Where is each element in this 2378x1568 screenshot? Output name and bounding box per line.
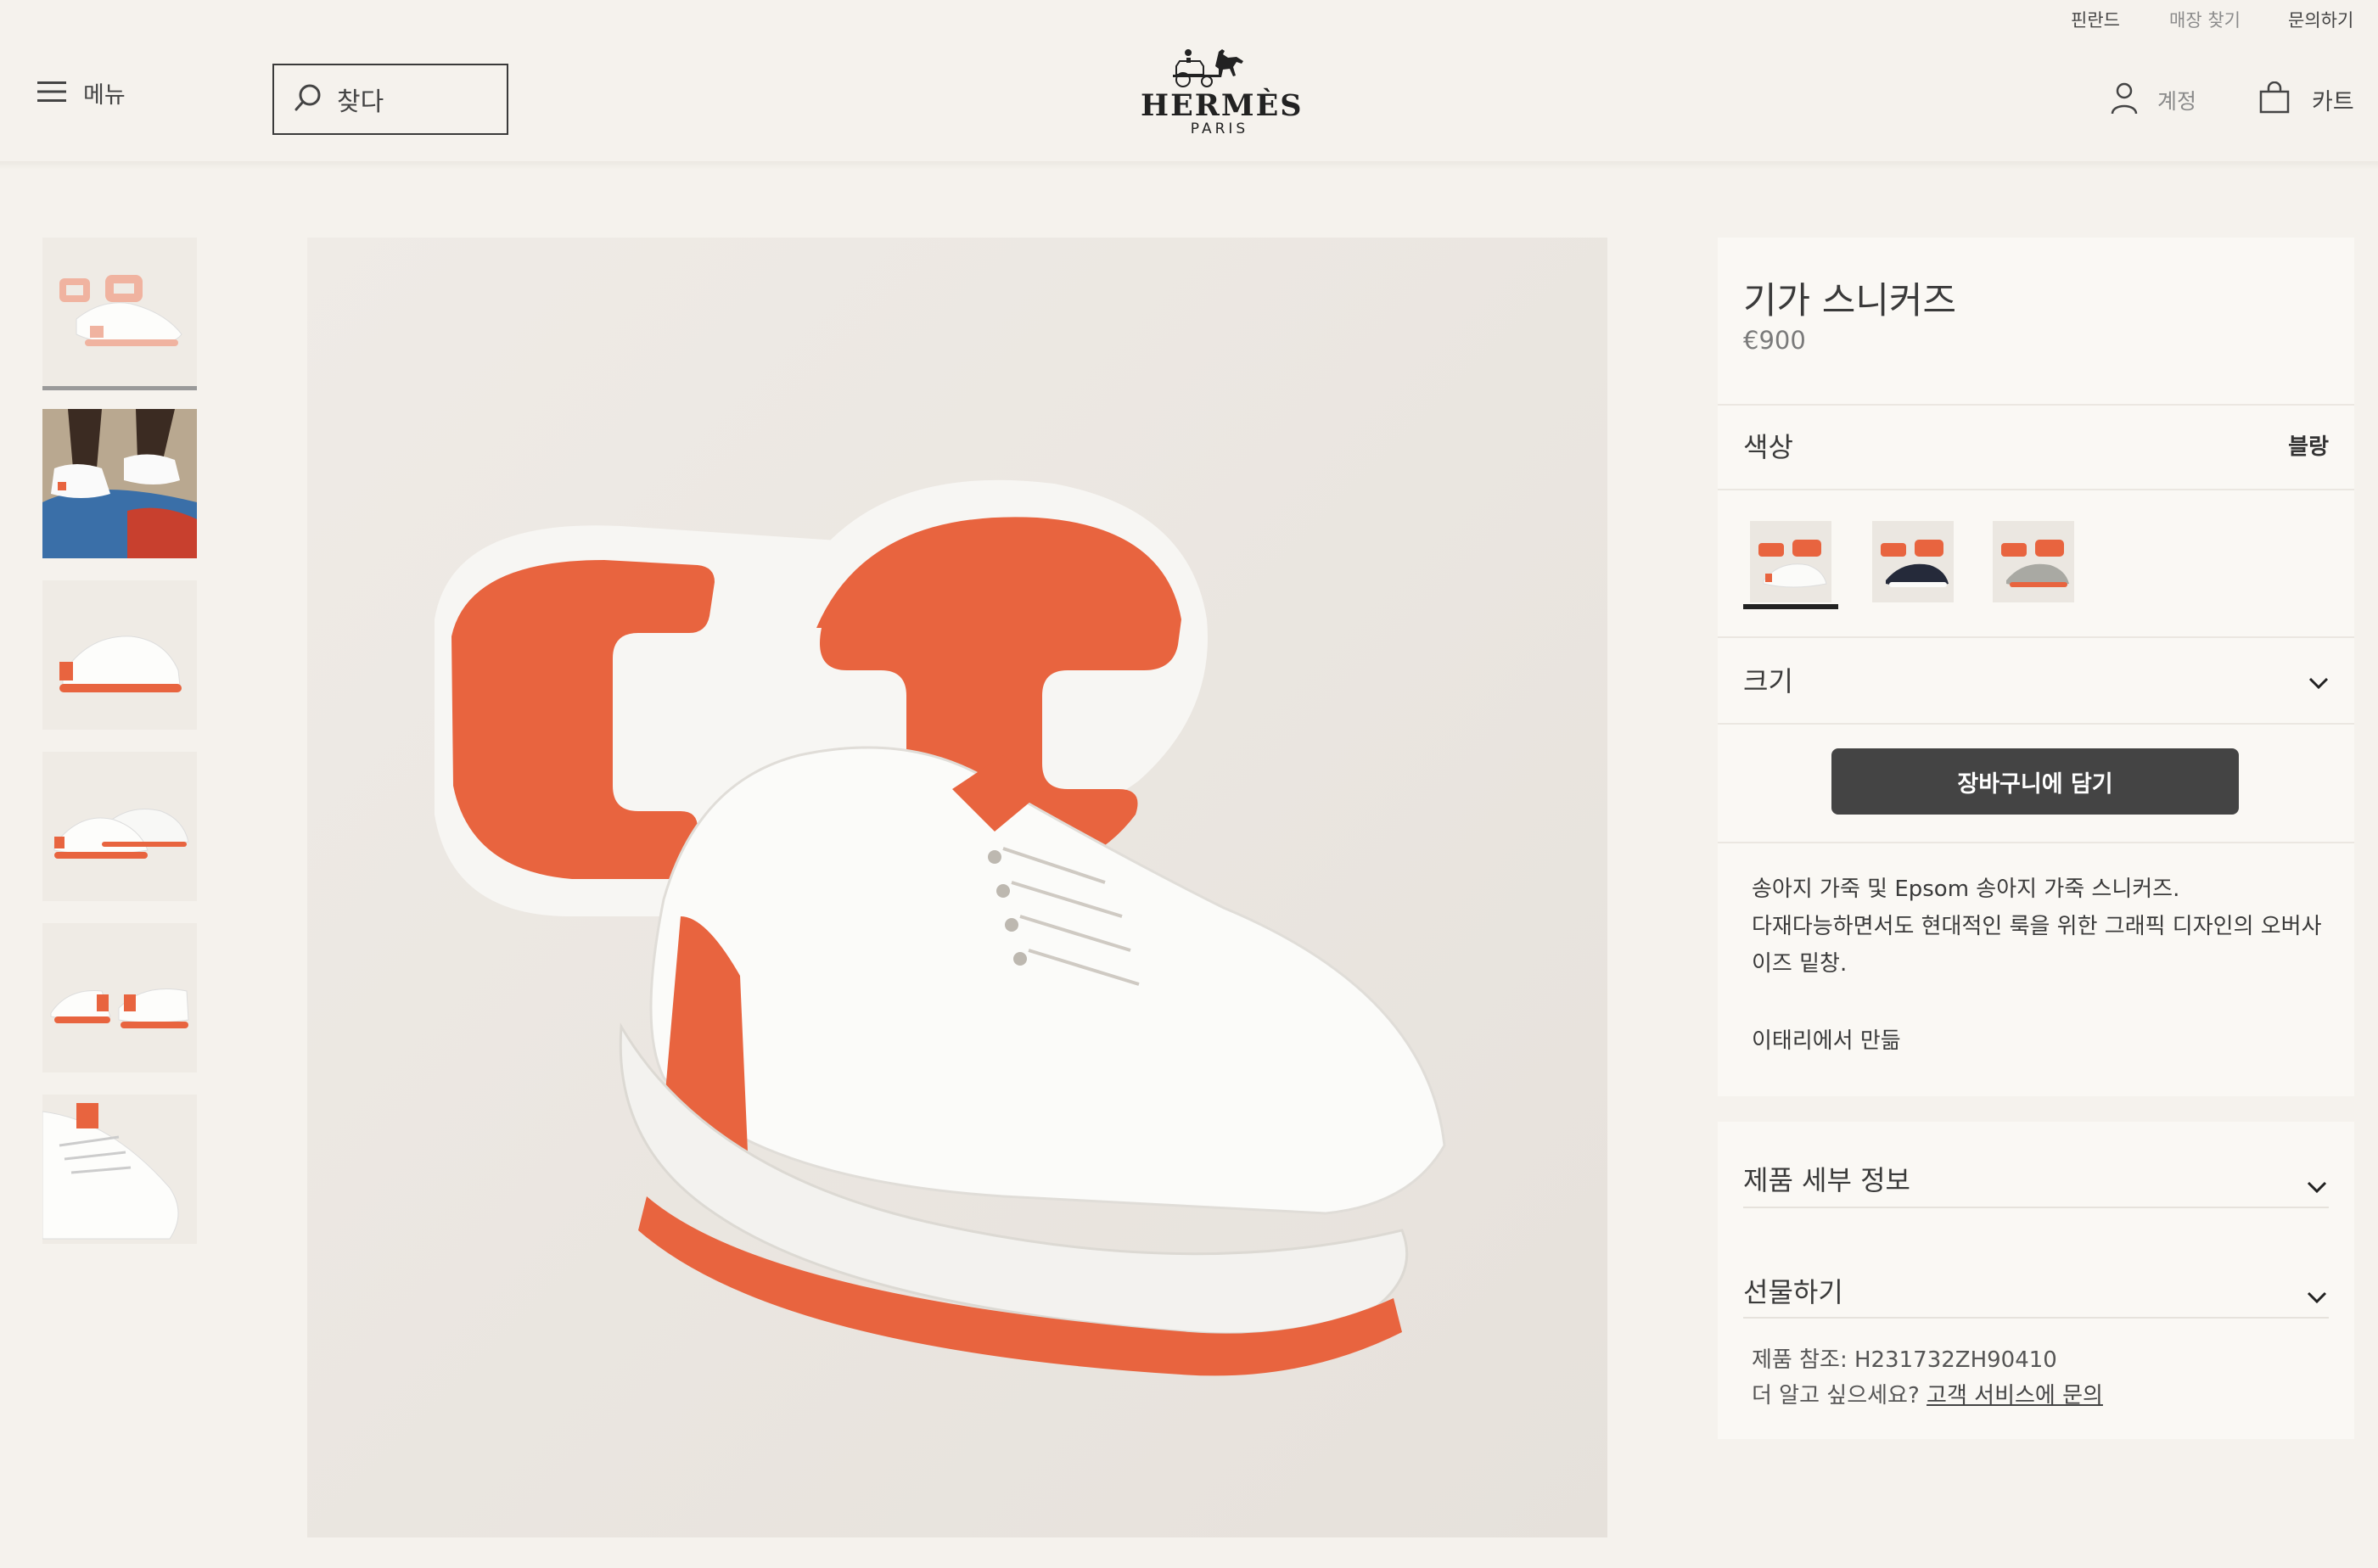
account-label: 계정 (2157, 89, 2197, 114)
thumbnail-active-indicator (42, 386, 197, 390)
made-in-text: 이태리에서 만듦 (1752, 1028, 1901, 1054)
divider (1718, 489, 2354, 490)
cart-label: 카트 (2312, 88, 2354, 115)
gift-toggle[interactable]: 선물하기 (1743, 1271, 1843, 1310)
chevron-down-icon[interactable] (2308, 677, 2329, 689)
hermes-logo[interactable]: HERMÈS PARIS (1141, 49, 1304, 144)
chevron-down-icon[interactable] (2307, 1291, 2327, 1303)
thumbnail-2[interactable] (42, 409, 197, 558)
user-icon (2110, 81, 2139, 119)
divider (1718, 842, 2354, 843)
color-swatch-grey[interactable] (1993, 521, 2074, 602)
menu-label: 메뉴 (83, 82, 126, 109)
thumbnail-5[interactable] (42, 923, 197, 1072)
add-to-cart-button[interactable]: 장바구니에 담기 (1831, 748, 2239, 815)
carriage-emblem-icon (1173, 49, 1243, 87)
account-button[interactable]: 계정 (2110, 81, 2196, 119)
divider (1718, 636, 2354, 638)
product-info-panel: 기가 스니커즈 €900 색상 블랑 크기 장바구니에 담기 송아지 가죽 및 … (1718, 238, 2354, 1096)
description-line: 다재다능하면서도 현대적인 룩을 위한 그래픽 디자인의 오버사이즈 밑창. (1752, 914, 2322, 977)
divider (1718, 723, 2354, 725)
shopping-bag-icon (2259, 81, 2290, 117)
thumbnail-6[interactable] (42, 1095, 197, 1244)
details-panel: 제품 세부 정보 선물하기 제품 참조: H231732ZH90410 더 알고… (1718, 1122, 2354, 1439)
cart-button[interactable]: 카트 (2259, 81, 2354, 117)
color-swatch-black[interactable] (1872, 521, 1954, 602)
thumbnail-4[interactable] (42, 752, 197, 901)
color-swatch-white[interactable] (1750, 521, 1831, 602)
thumbnail-3[interactable] (42, 580, 197, 730)
search-icon (293, 82, 323, 116)
size-label: 크기 (1743, 665, 1793, 697)
menu-button[interactable]: 메뉴 (37, 76, 126, 109)
header-divider (0, 161, 2378, 170)
more-info-prefix: 더 알고 싶으세요? (1752, 1383, 1920, 1408)
search-input[interactable]: 찾다 (272, 64, 508, 135)
product-price: €900 (1743, 326, 1806, 355)
color-label: 색상 (1743, 431, 1793, 463)
divider (1743, 1317, 2329, 1319)
more-info: 더 알고 싶으세요? 고객 서비스에 문의 (1752, 1378, 2103, 1409)
description-line: 송아지 가죽 및 Epsom 송아지 가죽 스니커즈. (1752, 876, 2180, 902)
divider (1743, 1207, 2329, 1208)
product-details-toggle[interactable]: 제품 세부 정보 (1743, 1159, 1910, 1198)
thumbnail-1[interactable] (42, 238, 197, 387)
product-description: 송아지 가죽 및 Epsom 송아지 가죽 스니커즈. 다재다능하면서도 현대적… (1752, 871, 2329, 983)
main-product-image[interactable] (307, 238, 1607, 1537)
search-label: 찾다 (337, 87, 384, 117)
product-reference: 제품 참조: H231732ZH90410 (1752, 1347, 2057, 1373)
product-title: 기가 스니커즈 (1743, 280, 1957, 322)
country-selector-link[interactable]: 핀란드 (2071, 7, 2120, 32)
divider (1718, 404, 2354, 406)
logo-city: PARIS (1190, 120, 1249, 137)
logo-wordmark: HERMÈS (1141, 88, 1304, 123)
chevron-down-icon[interactable] (2307, 1181, 2327, 1193)
selected-swatch-indicator (1743, 604, 1838, 609)
store-finder-link[interactable]: 매장 찾기 (2169, 7, 2241, 32)
contact-link[interactable]: 문의하기 (2288, 7, 2353, 32)
customer-service-link[interactable]: 고객 서비스에 문의 (1927, 1383, 2103, 1408)
color-value: 블랑 (2288, 434, 2329, 460)
hamburger-icon (37, 80, 66, 107)
